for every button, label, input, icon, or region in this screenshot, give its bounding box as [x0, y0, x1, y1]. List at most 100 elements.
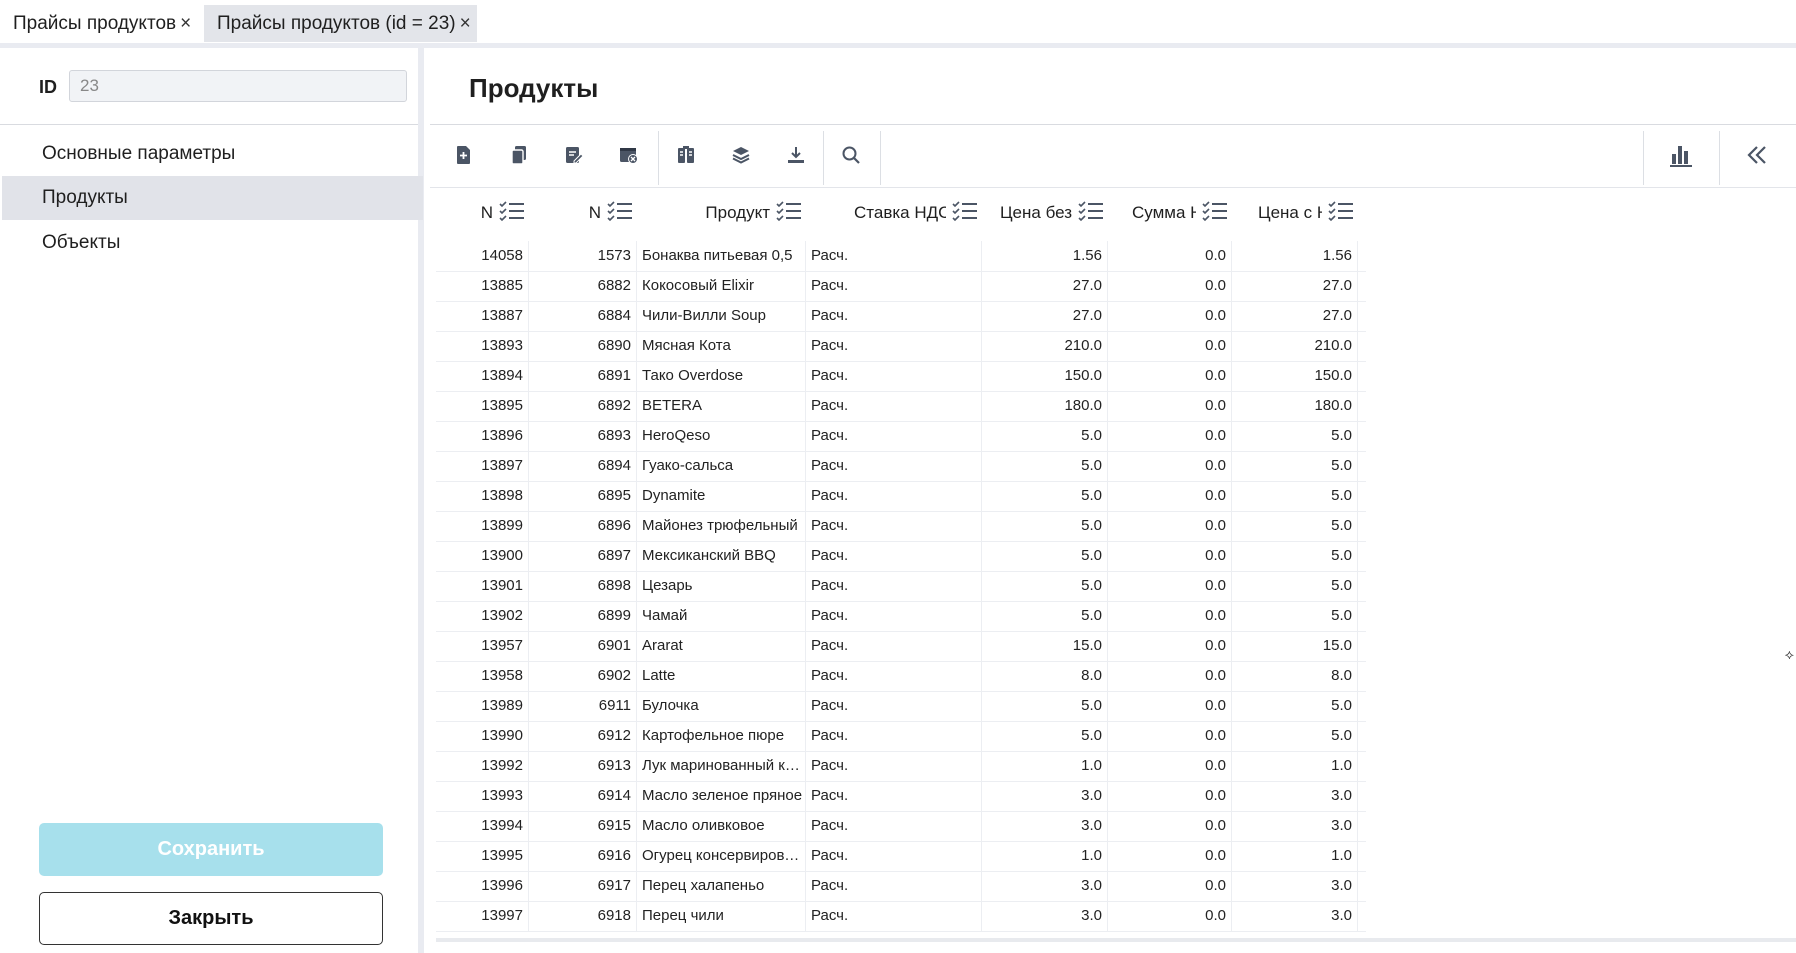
table-row[interactable]: 13992 6913 Лук маринованный кр... Расч. 1.0 0… — [436, 751, 1366, 782]
close-icon[interactable]: × — [460, 13, 471, 35]
edit-icon[interactable] — [554, 135, 594, 175]
filter-icon[interactable] — [1322, 200, 1354, 227]
layers-icon[interactable] — [721, 135, 761, 175]
filter-icon[interactable] — [946, 200, 978, 227]
app-window: Прайсы продуктов × Прайсы продуктов (id … — [0, 0, 1796, 953]
table-row[interactable]: 13958 6902 Latte Расч. 8.0 0.0 8.0 — [436, 661, 1366, 692]
table-row[interactable]: 13896 6893 HeroQeso Расч. 5.0 0.0 5.0 — [436, 421, 1366, 452]
cell-price-vat: 5.0 — [1232, 571, 1358, 601]
table-row[interactable]: 13901 6898 Цезарь Расч. 5.0 0.0 5.0 — [436, 571, 1366, 602]
table-row[interactable]: 13996 6917 Перец халапеньо Расч. 3.0 0.0 3.0 — [436, 871, 1366, 902]
cell-n: 13899 — [436, 511, 529, 541]
table-row[interactable]: 13900 6897 Мексиканский BBQ Расч. 5.0 0.0 5.0 — [436, 541, 1366, 572]
save-button[interactable]: Сохранить — [39, 823, 383, 876]
search-icon[interactable] — [831, 135, 871, 175]
table-row[interactable]: 14058 1573 Бонаква питьевая 0,5 Расч. 1.56 0.… — [436, 241, 1366, 272]
table-row[interactable]: 13895 6892 BETERA Расч. 180.0 0.0 180.0 — [436, 391, 1366, 422]
table-row[interactable]: 13887 6884 Чили-Вилли Soup Расч. 27.0 0.0 27.0 — [436, 301, 1366, 332]
cell-vat-rate: Расч. — [806, 241, 982, 271]
resize-handle-icon[interactable]: ⟡ — [1785, 646, 1794, 663]
table-row[interactable]: 13957 6901 Ararat Расч. 15.0 0.0 15.0 — [436, 631, 1366, 662]
cell-product: Булочка — [637, 691, 806, 721]
tab-price-lists[interactable]: Прайсы продуктов × — [0, 5, 197, 42]
cell-product: Перец халапеньо — [637, 871, 806, 901]
toolbar-divider — [1643, 131, 1644, 185]
cell-price-vat: 1.0 — [1232, 751, 1358, 781]
column-label: Продукт — [705, 203, 770, 222]
table-row[interactable]: 13894 6891 Тако Overdose Расч. 150.0 0.0 150.0 — [436, 361, 1366, 392]
cell-product: Мексиканский BBQ — [637, 541, 806, 571]
table-row[interactable]: 13989 6911 Булочка Расч. 5.0 0.0 5.0 — [436, 691, 1366, 722]
cell-vat-sum: 0.0 — [1108, 601, 1232, 631]
filter-icon[interactable] — [493, 200, 525, 227]
cell-n2: 6901 — [529, 631, 637, 661]
cell-product: Кокосовый Elixir — [637, 271, 806, 301]
cell-n2: 6897 — [529, 541, 637, 571]
sidebar-item-objects[interactable]: Объекты — [2, 221, 423, 265]
table-row[interactable]: 13897 6894 Гуако-сальса Расч. 5.0 0.0 5.0 — [436, 451, 1366, 482]
filter-icon[interactable] — [770, 200, 802, 227]
chart-icon[interactable] — [1661, 135, 1701, 175]
collapse-icon[interactable] — [1737, 135, 1777, 175]
cell-n2: 6902 — [529, 661, 637, 691]
col-header-vat-rate[interactable]: Ставка НДС — [806, 188, 978, 238]
cell-product: Чамай — [637, 601, 806, 631]
tab-price-list-23[interactable]: Прайсы продуктов (id = 23) × — [204, 5, 477, 42]
cell-price-vat: 15.0 — [1232, 631, 1358, 661]
cell-price-vat: 5.0 — [1232, 481, 1358, 511]
main-panel: Продукты N N Продукт Ставка НДС Цена без… — [430, 48, 1796, 953]
cell-product: Перец чили — [637, 901, 806, 931]
table-row[interactable]: 13990 6912 Картофельное пюре Расч. 5.0 0.0 5.0 — [436, 721, 1366, 752]
table-row[interactable]: 13898 6895 Dynamite Расч. 5.0 0.0 5.0 — [436, 481, 1366, 512]
cell-vat-sum: 0.0 — [1108, 811, 1232, 841]
toolbar-divider — [1719, 131, 1720, 185]
column-label: N — [480, 203, 493, 222]
add-icon[interactable] — [444, 135, 484, 175]
table-row[interactable]: 13995 6916 Огурец консервирова... Расч. 1.0 0… — [436, 841, 1366, 872]
cell-price-vat: 5.0 — [1232, 721, 1358, 751]
filter-icon[interactable] — [1072, 200, 1104, 227]
table-row[interactable]: 13885 6882 Кокосовый Elixir Расч. 27.0 0.0 27.… — [436, 271, 1366, 302]
cell-n2: 6890 — [529, 331, 637, 361]
id-label: ID — [39, 77, 57, 97]
col-header-n[interactable]: N — [436, 188, 525, 238]
columns-icon[interactable] — [666, 135, 706, 175]
cell-n2: 6898 — [529, 571, 637, 601]
table-row[interactable]: 13997 6918 Перец чили Расч. 3.0 0.0 3.0 — [436, 901, 1366, 932]
tab-label: Прайсы продуктов (id = 23) — [217, 12, 456, 34]
filter-icon[interactable] — [601, 200, 633, 227]
table-row[interactable]: 13902 6899 Чамай Расч. 5.0 0.0 5.0 — [436, 601, 1366, 632]
close-button[interactable]: Закрыть — [39, 892, 383, 945]
cell-price-vat: 27.0 — [1232, 271, 1358, 301]
cell-n: 13894 — [436, 361, 529, 391]
id-field[interactable] — [69, 70, 407, 102]
cell-n: 13957 — [436, 631, 529, 661]
filter-icon[interactable] — [1196, 200, 1228, 227]
table-row[interactable]: 13893 6890 Мясная Кота Расч. 210.0 0.0 210.0 — [436, 331, 1366, 362]
cell-n: 13990 — [436, 721, 529, 751]
table-row[interactable]: 13994 6915 Масло оливковое Расч. 3.0 0.0 3.0 — [436, 811, 1366, 842]
cell-price-no-vat: 1.0 — [982, 751, 1108, 781]
cell-vat-sum: 0.0 — [1108, 361, 1232, 391]
sidebar-item-label: Объекты — [42, 232, 121, 253]
download-icon[interactable] — [776, 135, 816, 175]
col-header-product[interactable]: Продукт — [637, 188, 802, 238]
cell-price-vat: 180.0 — [1232, 391, 1358, 421]
sidebar-item-products[interactable]: Продукты — [2, 176, 423, 220]
cell-vat-sum: 0.0 — [1108, 751, 1232, 781]
toolbar-divider — [880, 131, 881, 185]
cell-n2: 6915 — [529, 811, 637, 841]
close-icon[interactable]: × — [180, 13, 191, 35]
copy-icon[interactable] — [499, 135, 539, 175]
col-header-n2[interactable]: N — [529, 188, 633, 238]
sidebar-item-main-params[interactable]: Основные параметры — [2, 132, 423, 176]
delete-icon[interactable] — [609, 135, 649, 175]
col-header-vat-sum[interactable]: Сумма Н — [1108, 188, 1228, 238]
table-row[interactable]: 13899 6896 Майонез трюфельный Расч. 5.0 0.0 5.… — [436, 511, 1366, 542]
col-header-price-vat[interactable]: Цена с Н — [1232, 188, 1354, 238]
cell-n: 13898 — [436, 481, 529, 511]
horizontal-scrollbar[interactable] — [436, 938, 1796, 942]
col-header-price-no-vat[interactable]: Цена без — [982, 188, 1104, 238]
cell-product: Гуако-сальса — [637, 451, 806, 481]
table-row[interactable]: 13993 6914 Масло зеленое пряное Расч. 3.0 0.0… — [436, 781, 1366, 812]
